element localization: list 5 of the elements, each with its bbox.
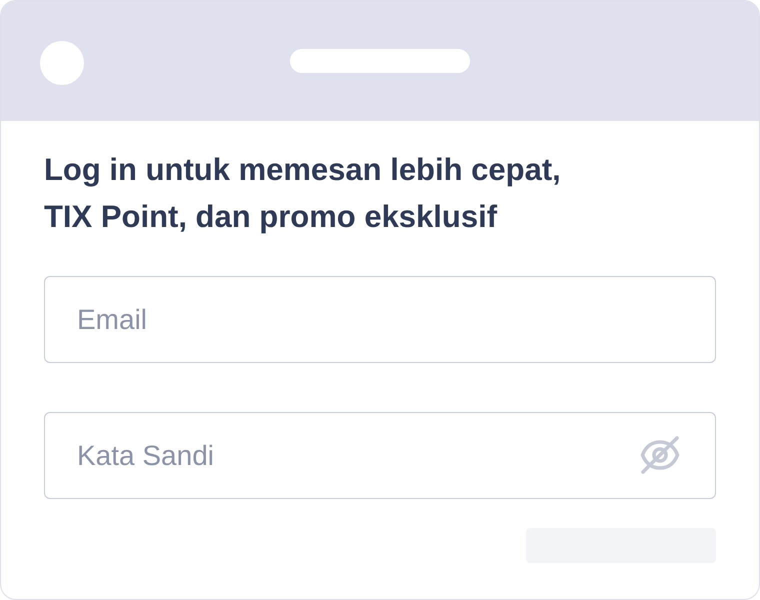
eye-slash-icon[interactable]	[640, 436, 680, 474]
avatar-circle	[40, 41, 84, 85]
login-heading: Log in untuk memesan lebih cepat, TIX Point, dan promo eksklusif	[44, 151, 562, 236]
email-field[interactable]: Email	[44, 276, 716, 363]
password-field[interactable]: Kata Sandi	[44, 412, 716, 499]
